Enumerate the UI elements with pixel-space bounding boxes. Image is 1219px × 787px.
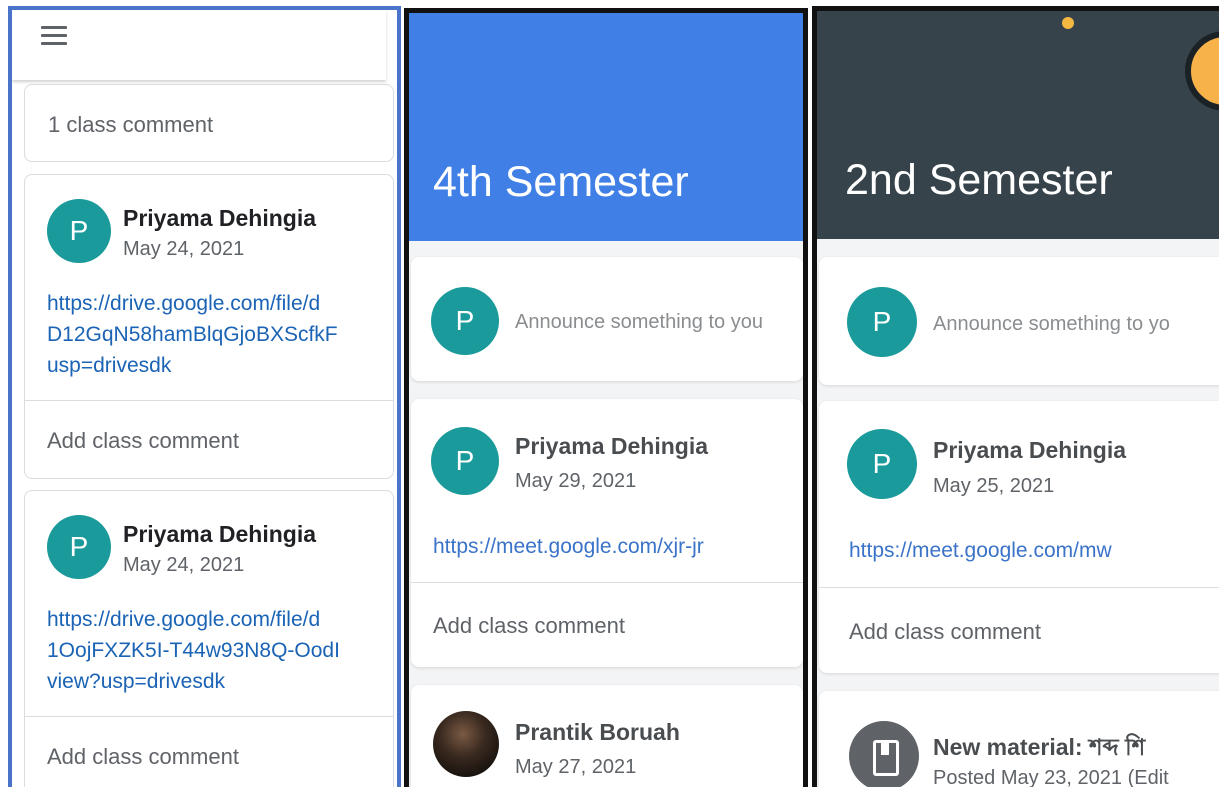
post-date: May 24, 2021 <box>123 554 245 576</box>
avatar[interactable]: P <box>431 427 499 495</box>
post-date: May 24, 2021 <box>123 238 245 260</box>
announce-input[interactable]: Announce something to yo <box>933 313 1170 336</box>
top-app-bar <box>12 10 386 80</box>
stream-post-material[interactable]: New material: শব্দ শি Posted May 23, 202… <box>819 691 1219 787</box>
post-link-line-2[interactable]: 1OojFXZK5I-T44w93N8Q-OodI <box>47 635 340 666</box>
post-link[interactable]: https://drive.google.com/file/d 1OojFXZK… <box>47 604 340 697</box>
post-link-line-3[interactable]: usp=drivesdk <box>47 350 338 381</box>
add-class-comment-button[interactable]: Add class comment <box>849 619 1041 645</box>
announce-card[interactable]: P Announce something to yo <box>819 257 1219 385</box>
stream-post-1: P Priyama Dehingia May 24, 2021 https://… <box>24 174 394 479</box>
class-header-banner: 2nd Semester <box>817 11 1219 239</box>
add-class-comment-button[interactable]: Add class comment <box>47 744 239 770</box>
stream-post: Prantik Boruah May 27, 2021 <box>411 685 803 787</box>
classroom-stream-panel-1: 1 class comment P Priyama Dehingia May 2… <box>8 6 401 787</box>
class-comment-card[interactable]: 1 class comment <box>24 84 394 162</box>
post-link-line-2[interactable]: D12GqN58hamBlqGjoBXScfkF <box>47 319 338 350</box>
classroom-stream-panel-2: 4th Semester P Announce something to you… <box>404 8 808 787</box>
add-class-comment-button[interactable]: Add class comment <box>433 613 625 639</box>
post-link-line-3[interactable]: view?usp=drivesdk <box>47 666 340 697</box>
post-author: Priyama Dehingia <box>515 433 709 459</box>
post-date: May 27, 2021 <box>515 756 637 778</box>
avatar: P <box>847 287 917 357</box>
avatar[interactable]: P <box>47 515 111 579</box>
classroom-stream-panel-3: 2nd Semester P Announce something to yo … <box>812 6 1219 787</box>
add-class-comment-button[interactable]: Add class comment <box>47 428 239 454</box>
class-title[interactable]: 4th Semester <box>433 158 689 207</box>
material-posted-date: Posted May 23, 2021 (Edit <box>933 767 1169 787</box>
post-author: Priyama Dehingia <box>123 521 317 547</box>
header-illustration-circle <box>1185 31 1219 111</box>
post-author: Prantik Boruah <box>515 719 680 745</box>
post-date: May 29, 2021 <box>515 470 637 492</box>
post-link[interactable]: https://meet.google.com/mw <box>849 535 1112 566</box>
divider <box>25 400 393 401</box>
avatar[interactable]: P <box>47 199 111 263</box>
class-header-banner: 4th Semester <box>409 13 803 241</box>
avatar: P <box>431 287 499 355</box>
divider <box>411 582 803 583</box>
post-link[interactable]: https://drive.google.com/file/d D12GqN58… <box>47 288 338 381</box>
profile-photo-avatar[interactable] <box>433 711 499 777</box>
class-title[interactable]: 2nd Semester <box>845 156 1113 205</box>
stream-post: P Priyama Dehingia May 29, 2021 https://… <box>411 399 803 667</box>
post-author: Priyama Dehingia <box>123 205 317 231</box>
class-comment-count: 1 class comment <box>48 112 214 137</box>
post-link-line-1[interactable]: https://drive.google.com/file/d <box>47 288 338 319</box>
stream-post: P Priyama Dehingia May 25, 2021 https://… <box>819 401 1219 673</box>
divider <box>819 587 1219 588</box>
class-material-icon <box>849 721 919 787</box>
announce-input[interactable]: Announce something to you <box>515 311 763 334</box>
avatar[interactable]: P <box>847 429 917 499</box>
post-link[interactable]: https://meet.google.com/xjr-jr <box>433 531 704 562</box>
announce-card[interactable]: P Announce something to you <box>411 257 803 381</box>
post-date: May 25, 2021 <box>933 475 1055 497</box>
stream-post-2: P Priyama Dehingia May 24, 2021 https://… <box>24 490 394 787</box>
hamburger-menu-icon[interactable] <box>38 24 70 48</box>
header-illustration-dot <box>1062 17 1074 29</box>
divider <box>25 716 393 717</box>
post-link-line-1[interactable]: https://drive.google.com/file/d <box>47 604 340 635</box>
material-title[interactable]: New material: শব্দ শি <box>933 729 1145 768</box>
post-author: Priyama Dehingia <box>933 437 1127 463</box>
